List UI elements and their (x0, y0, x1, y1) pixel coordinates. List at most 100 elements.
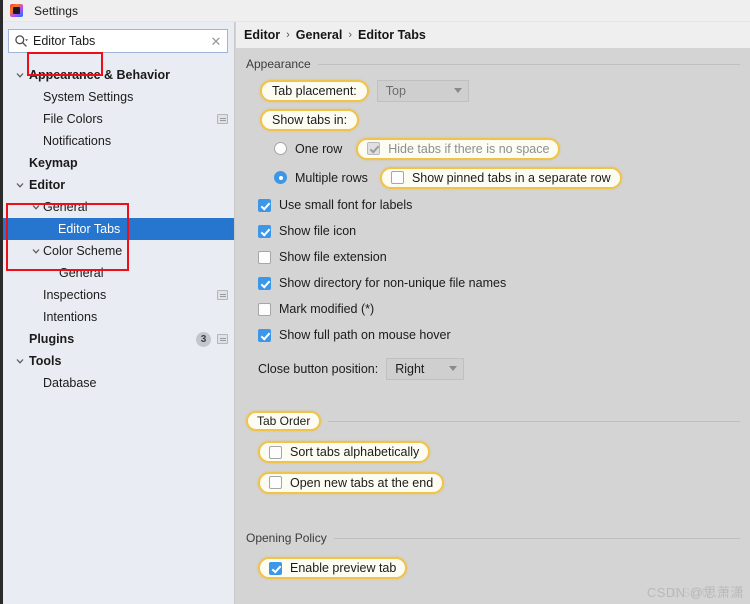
sidebar-item-intentions[interactable]: Intentions (3, 306, 234, 328)
sidebar-item-keymap[interactable]: Keymap (3, 152, 234, 174)
show-full-path-checkbox[interactable] (258, 329, 271, 342)
multiple-rows-radio-group[interactable]: Multiple rows (274, 171, 368, 185)
sidebar-item-editor-tabs[interactable]: Editor Tabs (3, 218, 234, 240)
show-directory-label: Show directory for non-unique file names (279, 276, 506, 290)
sidebar-item-label: Appearance & Behavior (29, 68, 170, 82)
sidebar-item-label: Keymap (29, 156, 78, 170)
mark-modified-checkbox-item[interactable]: Mark modified (*) (258, 302, 374, 316)
use-small-font-checkbox[interactable] (258, 199, 271, 212)
sidebar-item-editor[interactable]: Editor (3, 174, 234, 196)
enable-preview-tab-checkbox[interactable] (269, 562, 282, 575)
group-header-tab-order: Tab Order (246, 409, 740, 433)
show-file-extension-row: Show file extension (246, 244, 740, 270)
settings-page-icon[interactable] (217, 334, 228, 344)
sidebar-item-label: Inspections (43, 288, 106, 302)
group-title: Appearance (246, 57, 311, 71)
show-tabs-in-label: Show tabs in: (272, 113, 347, 127)
hide-tabs-no-space-label: Hide tabs if there is no space (388, 142, 549, 156)
annotation-highlight-show-tabs-in: Show tabs in: (260, 109, 359, 131)
chevron-down-icon (454, 88, 462, 93)
enable-preview-tab-label: Enable preview tab (290, 561, 396, 575)
sidebar-item-label: General (43, 200, 87, 214)
settings-tree: Appearance & Behavior System Settings Fi… (3, 64, 234, 394)
hide-tabs-no-space-checkbox[interactable] (367, 142, 380, 155)
show-file-icon-label: Show file icon (279, 224, 356, 238)
settings-sidebar: ✕ Appearance & Behavior System Settings … (3, 22, 235, 604)
close-button-position-select[interactable]: Right (386, 358, 464, 380)
show-full-path-label: Show full path on mouse hover (279, 328, 451, 342)
multiple-rows-option-row: Multiple rows Show pinned tabs in a sepa… (246, 163, 740, 192)
plugins-update-badge: 3 (196, 332, 211, 347)
sidebar-item-appearance-behavior[interactable]: Appearance & Behavior (3, 64, 234, 86)
sort-tabs-alphabetically-label: Sort tabs alphabetically (290, 445, 419, 459)
show-file-icon-checkbox[interactable] (258, 225, 271, 238)
show-file-icon-checkbox-item[interactable]: Show file icon (258, 224, 356, 238)
intellij-idea-icon (10, 4, 23, 17)
sidebar-row-trailing: 3 (196, 332, 228, 347)
clear-icon[interactable]: ✕ (209, 30, 227, 52)
use-small-font-checkbox-item[interactable]: Use small font for labels (258, 198, 412, 212)
sidebar-item-color-scheme-general[interactable]: General (3, 262, 234, 284)
sidebar-item-color-scheme[interactable]: Color Scheme (3, 240, 234, 262)
show-file-extension-checkbox-item[interactable]: Show file extension (258, 250, 387, 264)
sidebar-item-system-settings[interactable]: System Settings (3, 86, 234, 108)
settings-search[interactable]: ✕ (8, 29, 228, 53)
tab-placement-select[interactable]: Top (377, 80, 469, 102)
search-input[interactable] (28, 30, 209, 52)
multiple-rows-radio[interactable] (274, 171, 287, 184)
window-title: Settings (34, 4, 78, 18)
chevron-down-icon (449, 366, 457, 371)
sidebar-item-file-colors[interactable]: File Colors (3, 108, 234, 130)
use-small-font-label: Use small font for labels (279, 198, 412, 212)
breadcrumb-item-general[interactable]: General (296, 28, 343, 42)
show-pinned-tabs-checkbox[interactable] (391, 171, 404, 184)
one-row-label: One row (295, 142, 342, 156)
settings-page-icon[interactable] (217, 290, 228, 300)
sidebar-row-trailing (217, 114, 228, 124)
group-title: Tab Order (257, 414, 310, 428)
one-row-radio[interactable] (274, 142, 287, 155)
show-file-extension-checkbox[interactable] (258, 251, 271, 264)
sidebar-item-label: Color Scheme (43, 244, 122, 258)
show-full-path-row: Show full path on mouse hover (246, 322, 740, 348)
sidebar-item-general[interactable]: General (3, 196, 234, 218)
chevron-down-icon[interactable] (29, 200, 43, 214)
sidebar-item-notifications[interactable]: Notifications (3, 130, 234, 152)
breadcrumb: Editor › General › Editor Tabs (236, 22, 750, 48)
mark-modified-label: Mark modified (*) (279, 302, 374, 316)
show-directory-checkbox-item[interactable]: Show directory for non-unique file names (258, 276, 506, 290)
tab-placement-value: Top (386, 84, 406, 98)
sort-tabs-alphabetically-checkbox[interactable] (269, 446, 282, 459)
breadcrumb-item-editor-tabs[interactable]: Editor Tabs (358, 28, 426, 42)
sidebar-item-database[interactable]: Database (3, 372, 234, 394)
one-row-option-row: One row Hide tabs if there is no space (246, 134, 740, 163)
open-new-tabs-row: Open new tabs at the end (246, 468, 740, 497)
group-header-opening-policy: Opening Policy (246, 526, 740, 550)
sidebar-item-label: Tools (29, 354, 61, 368)
settings-main-panel: Editor › General › Editor Tabs Appearanc… (236, 22, 750, 604)
chevron-down-icon[interactable] (29, 244, 43, 258)
open-new-tabs-at-end-checkbox[interactable] (269, 476, 282, 489)
chevron-down-icon[interactable] (13, 354, 27, 368)
breadcrumb-item-editor[interactable]: Editor (244, 28, 280, 42)
sidebar-item-label: General (59, 266, 103, 280)
sidebar-item-label: Plugins (29, 332, 74, 346)
one-row-radio-group[interactable]: One row (274, 142, 342, 156)
show-full-path-checkbox-item[interactable]: Show full path on mouse hover (258, 328, 451, 342)
group-rule (318, 64, 740, 65)
annotation-highlight-open-new-tabs: Open new tabs at the end (258, 472, 444, 494)
mark-modified-checkbox[interactable] (258, 303, 271, 316)
chevron-down-icon[interactable] (13, 68, 27, 82)
sidebar-item-plugins[interactable]: Plugins 3 (3, 328, 234, 350)
settings-page-icon[interactable] (217, 114, 228, 124)
show-directory-checkbox[interactable] (258, 277, 271, 290)
sidebar-item-tools[interactable]: Tools (3, 350, 234, 372)
show-tabs-in-row: Show tabs in: (246, 105, 740, 134)
chevron-down-icon[interactable] (13, 178, 27, 192)
search-icon[interactable] (13, 34, 28, 49)
group-rule (328, 421, 740, 422)
sidebar-row-trailing (217, 290, 228, 300)
multiple-rows-label: Multiple rows (295, 171, 368, 185)
sidebar-item-inspections[interactable]: Inspections (3, 284, 234, 306)
sidebar-item-label: Database (43, 376, 97, 390)
